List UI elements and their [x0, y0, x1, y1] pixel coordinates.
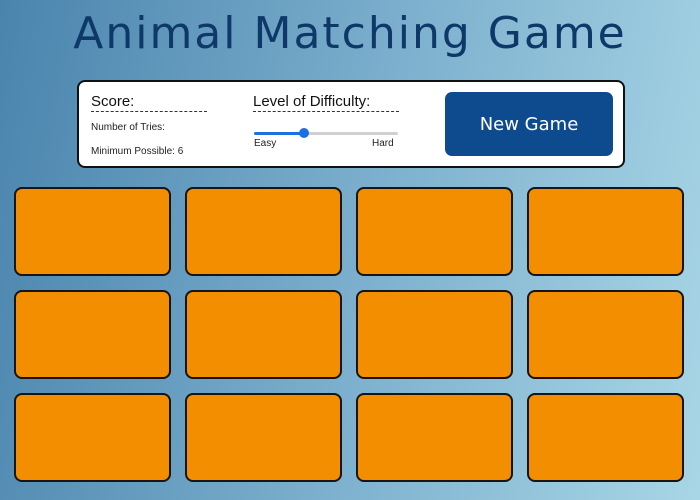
memory-card[interactable] — [527, 393, 684, 482]
difficulty-hard-label: Hard — [372, 138, 394, 149]
game-title: Animal Matching Game — [73, 8, 627, 59]
memory-card[interactable] — [185, 290, 342, 379]
difficulty-easy-label: Easy — [254, 138, 277, 149]
memory-card[interactable] — [185, 393, 342, 482]
memory-card[interactable] — [527, 187, 684, 276]
memory-card[interactable] — [14, 290, 171, 379]
difficulty-slider[interactable] — [254, 128, 398, 138]
memory-card[interactable] — [527, 290, 684, 379]
minimum-possible: Minimum Possible: 6 — [91, 146, 184, 157]
memory-card[interactable] — [356, 393, 513, 482]
memory-card[interactable] — [185, 187, 342, 276]
memory-card[interactable] — [356, 290, 513, 379]
memory-card[interactable] — [356, 187, 513, 276]
score-heading: Score: — [91, 93, 207, 112]
difficulty-heading: Level of Difficulty: — [253, 93, 399, 112]
memory-card[interactable] — [14, 393, 171, 482]
tries-counter: Number of Tries: — [91, 122, 165, 133]
difficulty-slider-thumb[interactable] — [299, 128, 310, 138]
control-panel: Score: Number of Tries: Minimum Possible… — [77, 80, 625, 168]
new-game-button[interactable]: New Game — [445, 92, 613, 156]
memory-card[interactable] — [14, 187, 171, 276]
difficulty-slider-fill — [254, 132, 305, 135]
card-board — [14, 187, 688, 487]
